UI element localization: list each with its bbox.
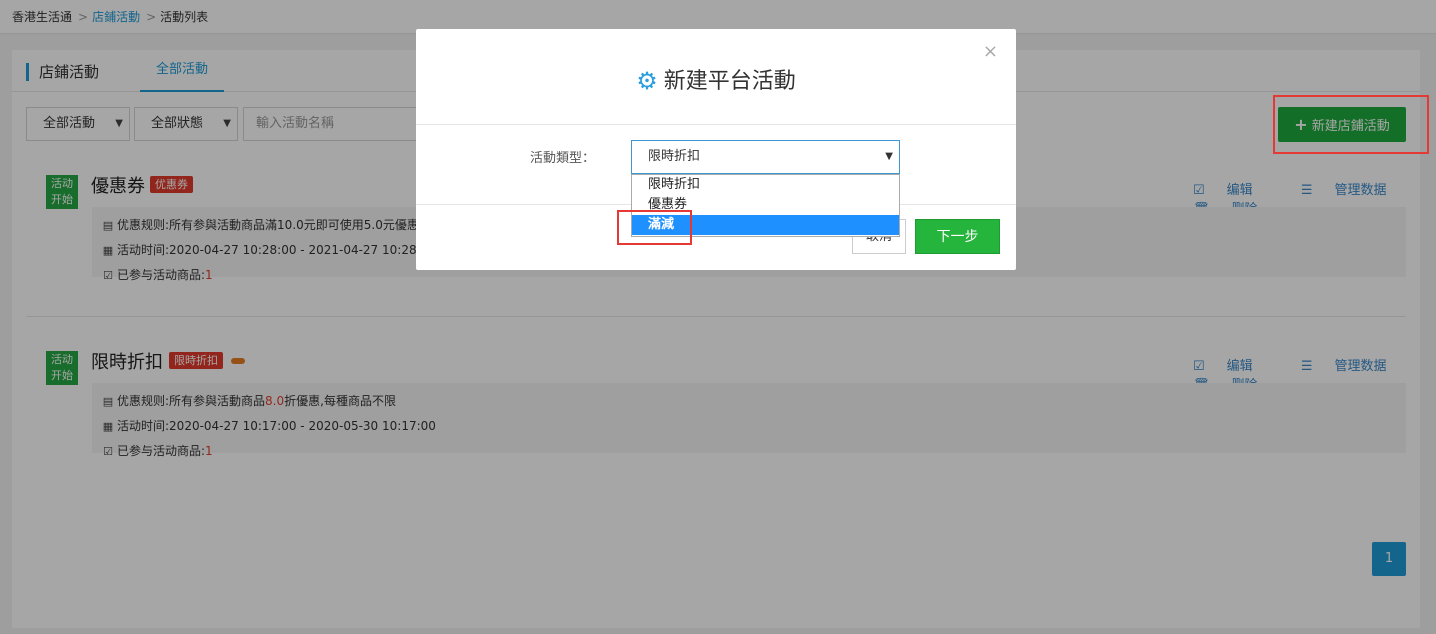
highlight-box: [617, 210, 692, 245]
modal-title: ⚙ 新建平台活動: [416, 63, 1016, 95]
activity-type-select-value: 限時折扣: [648, 149, 701, 164]
activity-type-label: 活動類型：: [530, 151, 596, 166]
close-icon[interactable]: ×: [983, 41, 998, 62]
modal-header: ⚙ 新建平台活動 ×: [416, 29, 1016, 125]
gear-icon: ⚙: [636, 67, 658, 95]
option-limited-time-discount[interactable]: 限時折扣: [632, 175, 899, 195]
modal-title-text: 新建平台活動: [663, 69, 796, 94]
next-step-button[interactable]: 下一步: [915, 219, 1000, 254]
activity-type-select[interactable]: 限時折扣 ▼: [631, 140, 900, 174]
highlight-box: [1273, 95, 1429, 154]
caret-down-icon: ▼: [885, 151, 893, 162]
